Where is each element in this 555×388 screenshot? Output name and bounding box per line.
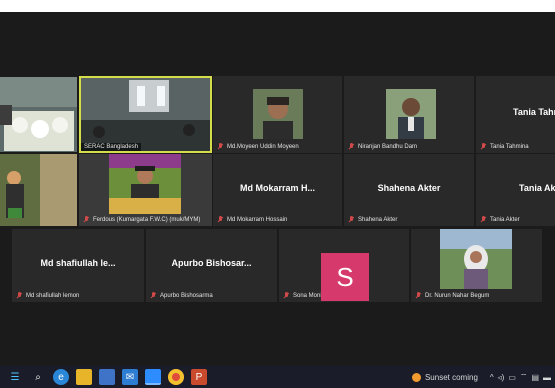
muted-mic-icon: [283, 292, 290, 299]
participant-tile-tania-tahmina[interactable]: Tania Tahm Tania Tahmina: [476, 76, 555, 153]
participant-tile-nurun[interactable]: Dr. Nurun Nahar Begum: [411, 229, 542, 302]
participant-display-name: Tania Akt: [519, 182, 555, 193]
participant-name: Shahena Akter: [358, 216, 398, 223]
participant-tile-niranjan[interactable]: Niranjan Bandhu Dam: [344, 76, 474, 153]
meeting-window: SERAC Bangladesh Md.Moyeen Uddin Moyeen …: [0, 12, 555, 366]
participant-name: Sona Moni: [293, 292, 322, 299]
volume-icon[interactable]: ◃): [498, 373, 505, 382]
participant-tile-shahena[interactable]: Shahena Akter Shahena Akter: [344, 154, 474, 226]
file-explorer-icon[interactable]: [76, 369, 92, 385]
participant-photo: [386, 89, 436, 139]
participant-name-tag: Niranjan Bandhu Dam: [348, 143, 417, 150]
muted-mic-icon: [217, 216, 224, 223]
participant-name-tag: SERAC Bangladesh: [81, 143, 142, 151]
participant-tile-shafiullah[interactable]: Md shafiullah le... Md shafiullah lemon: [12, 229, 144, 302]
network-icon[interactable]: ⌔: [520, 372, 528, 382]
taskbar: ☰ ⌕ e ✉ P Sunset coming ^ ◃) ▭ ⌔ ▤ ▬: [0, 366, 555, 388]
muted-mic-icon: [83, 216, 90, 223]
participant-name-tag: Sona Moni: [283, 292, 322, 299]
powerpoint-icon[interactable]: P: [191, 369, 207, 385]
participant-tile-partial-left[interactable]: [0, 77, 77, 152]
participant-name: SERAC Bangladesh: [84, 144, 139, 150]
battery-icon[interactable]: ▭: [508, 373, 516, 382]
participant-tile-mokarram[interactable]: Md Mokarram H... Md Mokarram Hossain: [213, 154, 342, 226]
participant-name: Tania Akter: [490, 216, 520, 223]
participant-display-name: Md shafiullah le...: [40, 258, 116, 269]
keyboard-icon[interactable]: ▤: [531, 373, 539, 382]
participant-tile-tania-akter[interactable]: Tania Akt Tania Akter: [476, 154, 555, 226]
participant-name: Niranjan Bandhu Dam: [358, 143, 418, 150]
participant-name: Md shafiullah lemon: [26, 292, 80, 299]
outdoor-photo: [0, 154, 77, 226]
notification-icon[interactable]: ▬: [543, 373, 551, 382]
participant-name: Md.Moyeen Uddin Moyeen: [227, 143, 299, 150]
participant-name-tag: Dr. Nurun Nahar Begum: [415, 292, 489, 299]
participant-name-tag: Md Mokarram Hossain: [217, 216, 287, 223]
participant-name: Md Mokarram Hossain: [227, 216, 288, 223]
muted-mic-icon: [348, 216, 355, 223]
participant-name-tag: Tania Akter: [480, 216, 520, 223]
chevron-up-icon[interactable]: ^: [490, 373, 494, 382]
participant-tile-apurbo[interactable]: Apurbo Bishosar... Apurbo Bishosarma: [146, 229, 277, 302]
participant-name-tag: Ferdous (Kumargata F.W.C) (muk/MYM): [83, 216, 200, 223]
muted-mic-icon: [150, 292, 157, 299]
participant-name: Dr. Nurun Nahar Begum: [425, 292, 490, 299]
participant-display-name: Shahena Akter: [377, 182, 441, 193]
participant-display-name: Md Mokarram H...: [239, 182, 315, 193]
participant-name-tag: Tania Tahmina: [480, 143, 529, 150]
participant-photo: [253, 89, 303, 139]
system-tray: Sunset coming ^ ◃) ▭ ⌔ ▤ ▬: [411, 366, 551, 388]
participant-name: Apurbo Bishosarma: [160, 292, 213, 299]
conference-room-photo: [0, 77, 77, 151]
participant-display-name: Apurbo Bishosar...: [171, 258, 252, 269]
avatar: S: [321, 253, 369, 301]
edge-icon[interactable]: e: [53, 369, 69, 385]
participant-name: Ferdous (Kumargata F.W.C) (muk/MYM): [93, 216, 201, 223]
participant-name-tag: Apurbo Bishosarma: [150, 292, 213, 299]
participant-name-tag: Md.Moyeen Uddin Moyeen: [217, 143, 299, 150]
muted-mic-icon: [415, 292, 422, 299]
participant-photo: [440, 229, 512, 289]
weather-icon: [411, 372, 421, 382]
participant-name-tag: Shahena Akter: [348, 216, 397, 223]
muted-mic-icon: [480, 216, 487, 223]
participant-tile-ferdous[interactable]: Ferdous (Kumargata F.W.C) (muk/MYM): [79, 154, 212, 226]
muted-mic-icon: [217, 143, 224, 150]
participant-display-name: Tania Tahm: [513, 106, 555, 117]
participant-tile-moyeen[interactable]: Md.Moyeen Uddin Moyeen: [213, 76, 342, 153]
meeting-room-photo: [79, 76, 212, 153]
start-icon[interactable]: ☰: [7, 369, 23, 385]
zoom-icon[interactable]: [145, 369, 161, 385]
muted-mic-icon: [480, 143, 487, 150]
muted-mic-icon: [16, 292, 23, 299]
weather-text[interactable]: Sunset coming: [425, 373, 478, 382]
muted-mic-icon: [348, 143, 355, 150]
chrome-icon[interactable]: [168, 369, 184, 385]
participant-name-tag: Md shafiullah lemon: [16, 292, 79, 299]
store-icon[interactable]: [99, 369, 115, 385]
participant-tile-partial-left-2[interactable]: [0, 154, 77, 226]
search-icon[interactable]: ⌕: [30, 369, 46, 385]
participant-name: Tania Tahmina: [490, 143, 529, 150]
mail-icon[interactable]: ✉: [122, 369, 138, 385]
participant-tile-serac[interactable]: SERAC Bangladesh: [79, 76, 212, 153]
participant-photo: [109, 154, 181, 214]
